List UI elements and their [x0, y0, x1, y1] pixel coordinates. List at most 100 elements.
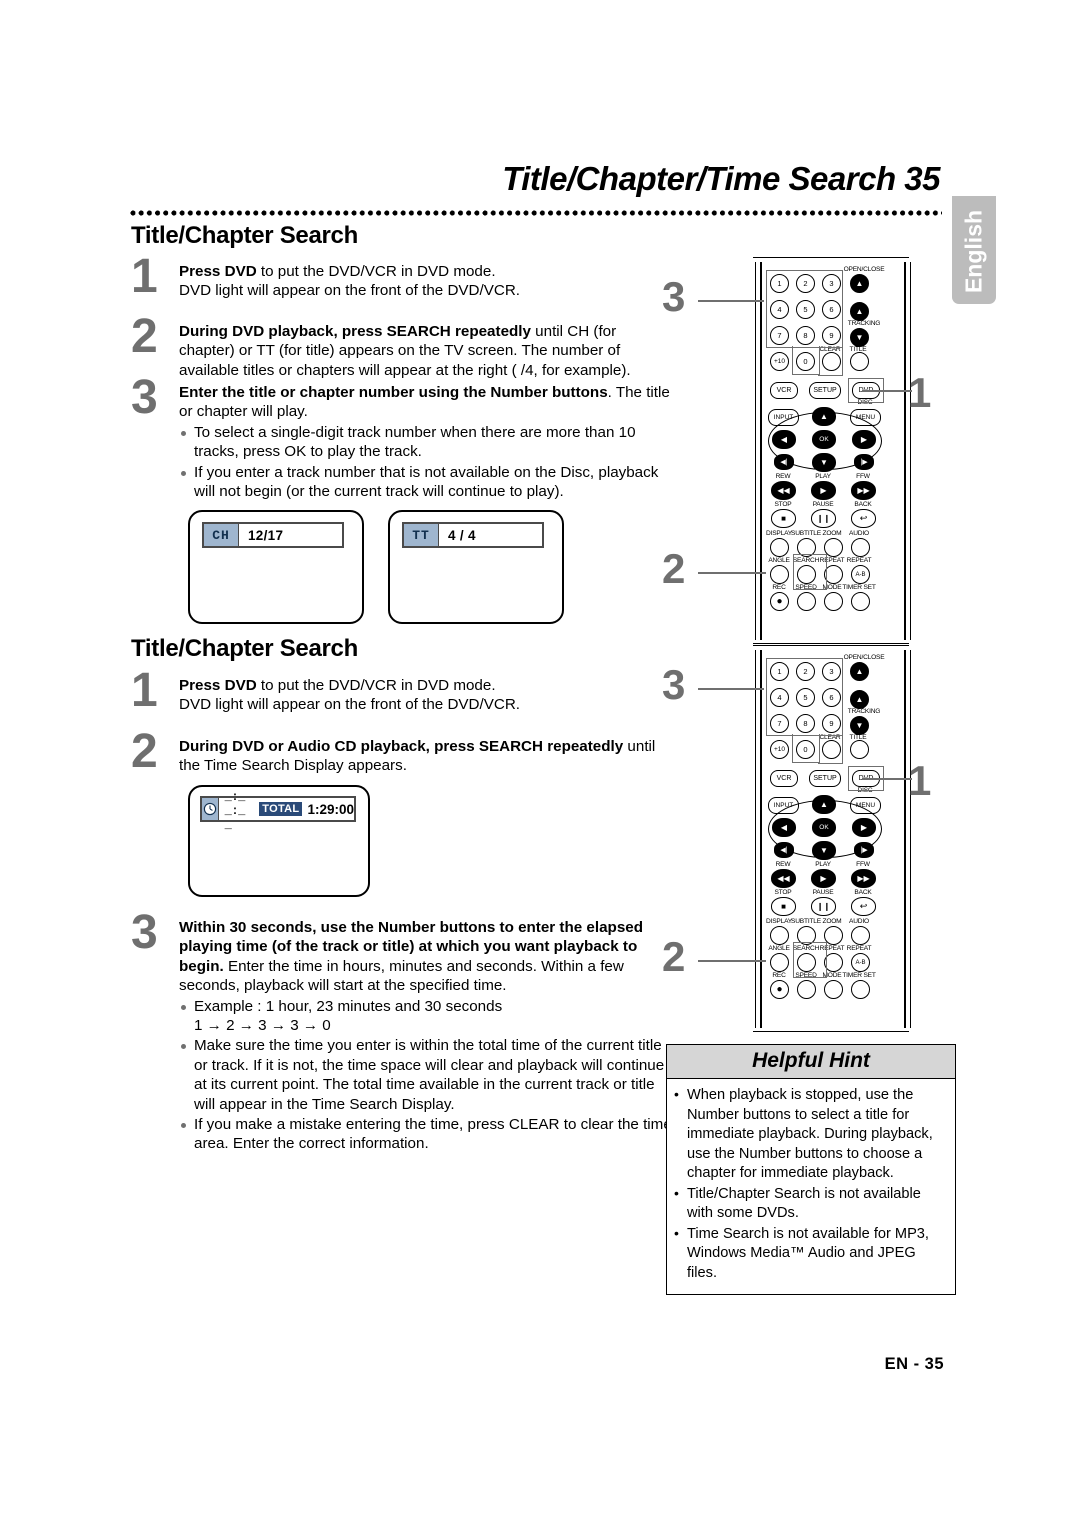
remote-key-angle[interactable]	[770, 953, 789, 972]
remote-label-pause: PAUSE	[812, 501, 834, 508]
step-bold-text: During DVD or Audio CD playback, press S…	[179, 738, 624, 755]
remote-key-tracking-up[interactable]: ▲	[850, 690, 869, 709]
remote-key-down[interactable]: ▼	[812, 841, 836, 860]
remote-label-rew: REW	[775, 861, 791, 868]
osd-tag-tt: TT	[404, 524, 439, 546]
osd-tt-display: TT 4 / 4	[402, 522, 544, 548]
remote-body: 1 2 3 4 5 6 7 8 9 +10 0 CLEAR TITLE OPEN…	[755, 262, 911, 640]
remote-key-stop[interactable]: ■	[771, 897, 796, 916]
remote-key-rec[interactable]: ●	[770, 980, 789, 999]
remote-label-ffw: FFW	[856, 861, 870, 868]
remote-key-back[interactable]: ↩	[851, 509, 876, 528]
remote-label-zoom: ZOOM	[822, 530, 842, 537]
remote-key-prev[interactable]: ◀|	[774, 842, 794, 858]
callout-1: 1	[908, 369, 932, 416]
remote-key-stop[interactable]: ■	[771, 509, 796, 528]
step-text: Press DVD to put the DVD/VCR in DVD mode…	[179, 676, 520, 715]
remote-key-ok[interactable]: OK	[812, 818, 836, 837]
remote-label-stop: STOP	[774, 501, 792, 508]
helpful-hint-title: Helpful Hint	[667, 1045, 955, 1079]
remote-label-audio: AUDIO	[849, 530, 869, 537]
remote-key-display[interactable]	[770, 538, 789, 557]
remote-key-speed[interactable]	[797, 980, 816, 999]
example-key-sequence: 1 → 2 → 3 → 3 → 0	[194, 1017, 331, 1035]
section-heading-title-chapter-search: Title/Chapter Search	[131, 222, 358, 249]
remote-key-speed[interactable]	[797, 592, 816, 611]
remote-key-display[interactable]	[770, 926, 789, 945]
callout-3-leader	[698, 688, 764, 690]
remote-key-back[interactable]: ↩	[851, 897, 876, 916]
remote-key-vcr[interactable]: VCR	[770, 382, 798, 399]
remote-key-ok[interactable]: OK	[812, 430, 836, 449]
remote-key-prev[interactable]: ◀|	[774, 454, 794, 470]
bullet-item: If you enter a track number that is not …	[179, 463, 676, 502]
remote-key-rew[interactable]: ◀◀	[771, 869, 796, 888]
remote-key-down[interactable]: ▼	[812, 453, 836, 472]
remote-key-vcr[interactable]: VCR	[770, 770, 798, 787]
bullet-example-text: Example : 1 hour, 23 minutes and 30 seco…	[194, 997, 503, 1015]
step-number: 2	[131, 725, 158, 778]
remote-key-right[interactable]: ▶	[852, 818, 876, 837]
remote-key-rew[interactable]: ◀◀	[771, 481, 796, 500]
callout-2-leader	[698, 960, 766, 962]
step-bullet-list: Example : 1 hour, 23 minutes and 30 seco…	[179, 997, 676, 1154]
remote-key-play[interactable]: ▶	[811, 481, 836, 500]
remote-key-rec[interactable]: ●	[770, 592, 789, 611]
clock-icon	[202, 798, 219, 820]
remote-key-setup[interactable]: SETUP	[809, 770, 841, 787]
remote-label-timer-set: TIMER SET	[842, 584, 876, 591]
helpful-hint-box: Helpful Hint When playback is stopped, u…	[666, 1044, 956, 1295]
remote-key-pause[interactable]: ❙❙	[811, 897, 836, 916]
remote-key-tracking-down[interactable]: ▼	[850, 328, 869, 347]
osd-tag-ch: CH	[204, 524, 239, 546]
remote-key-tracking-down[interactable]: ▼	[850, 716, 869, 735]
remote-key-next[interactable]: |▶	[854, 842, 874, 858]
remote-key-setup[interactable]: SETUP	[809, 382, 841, 399]
remote-key-open-close[interactable]: ▲	[850, 274, 869, 293]
remote-key-play[interactable]: ▶	[811, 869, 836, 888]
remote-key-title[interactable]	[850, 352, 869, 371]
remote-key-ffw[interactable]: ▶▶	[851, 481, 876, 500]
remote-key-mode[interactable]	[824, 980, 843, 999]
remote-key-mode[interactable]	[824, 592, 843, 611]
tv-screen-time-search: _:_ _:_ _ TOTAL 1:29:00	[188, 785, 370, 897]
dotted-divider	[130, 210, 942, 218]
remote-key-ab[interactable]: A-B	[851, 953, 870, 972]
remote-key-next[interactable]: |▶	[854, 454, 874, 470]
remote-key-right[interactable]: ▶	[852, 430, 876, 449]
remote-key-open-close[interactable]: ▲	[850, 662, 869, 681]
remote-key-plus10[interactable]: +10	[770, 740, 789, 759]
helpful-hint-list: When playback is stopped, use the Number…	[673, 1085, 947, 1284]
remote-key-timer-set[interactable]	[851, 980, 870, 999]
remote-key-title[interactable]	[850, 740, 869, 759]
highlight-number-pad-c	[792, 346, 820, 375]
step-rest-text: to put the DVD/VCR in DVD mode.	[256, 677, 496, 694]
remote-key-audio[interactable]	[851, 926, 870, 945]
remote-key-ab[interactable]: A-B	[851, 565, 870, 584]
remote-key-tracking-up[interactable]: ▲	[850, 302, 869, 321]
step-bullet-list: To select a single-digit track number wh…	[179, 423, 676, 502]
hint-item: Time Search is not available for MP3, Wi…	[673, 1224, 947, 1284]
step-text: During DVD or Audio CD playback, press S…	[179, 737, 676, 776]
remote-key-timer-set[interactable]	[851, 592, 870, 611]
bullet-item: Example : 1 hour, 23 minutes and 30 seco…	[179, 997, 676, 1036]
remote-key-angle[interactable]	[770, 565, 789, 584]
remote-key-audio[interactable]	[851, 538, 870, 557]
step-bold-text: Press DVD	[179, 263, 257, 280]
remote-label-pause: PAUSE	[812, 889, 834, 896]
remote-label-ffw: FFW	[856, 473, 870, 480]
remote-key-plus10[interactable]: +10	[770, 352, 789, 371]
step-number: 3	[131, 906, 158, 959]
remote-key-left[interactable]: ◀	[772, 430, 796, 449]
remote-key-ffw[interactable]: ▶▶	[851, 869, 876, 888]
callout-2: 2	[662, 933, 686, 980]
remote-key-left[interactable]: ◀	[772, 818, 796, 837]
remote-label-back: BACK	[854, 501, 872, 508]
page-title: Title/Chapter/Time Search 35	[502, 160, 940, 197]
step-bold-text: During DVD playback, press SEARCH repeat…	[179, 323, 531, 340]
remote-key-pause[interactable]: ❙❙	[811, 509, 836, 528]
remote-label-open-close: OPEN/CLOSE	[843, 266, 885, 273]
step-bold-text: Press DVD	[179, 677, 257, 694]
remote-label-timer-set: TIMER SET	[842, 972, 876, 979]
step-rest-text: Enter the time in hours, minutes and sec…	[179, 957, 624, 995]
